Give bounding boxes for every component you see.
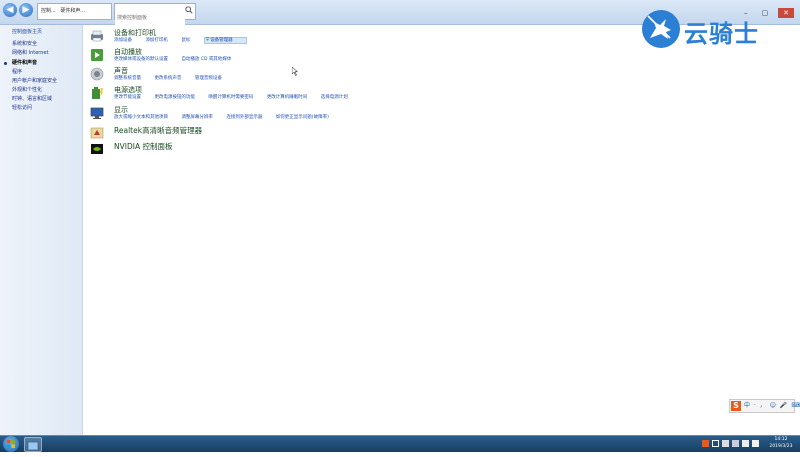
mouse-cursor-icon: [292, 67, 298, 76]
link-manage-audio-devices[interactable]: 管理音频设备: [195, 76, 222, 81]
link-screen-resolution[interactable]: 调整屏幕分辨率: [181, 115, 213, 120]
category-links: 更改媒体或设备的默认设置 自动播放 CD 或其他媒体: [114, 56, 243, 62]
current-item-bullet-icon: [4, 62, 7, 65]
sogou-logo-icon[interactable]: S: [731, 401, 741, 411]
search-input[interactable]: [115, 11, 185, 25]
breadcrumb[interactable]: 控制... 硬件和声...: [37, 3, 112, 20]
category-nvidia: NVIDIA 控制面板: [90, 141, 690, 159]
sidebar-home-link[interactable]: 控制面板主页: [12, 28, 42, 35]
link-text-size[interactable]: 放大或缩小文本和其他项目: [114, 115, 168, 120]
search-icon[interactable]: [185, 6, 193, 14]
category-links: 放大或缩小文本和其他项目 调整屏幕分辨率 连接到外部显示器 如何更正显示问题(故…: [114, 114, 341, 120]
link-autoplay-cd[interactable]: 自动播放 CD 或其他媒体: [181, 57, 231, 62]
link-change-defaults[interactable]: 更改媒体或设备的默认设置: [114, 57, 168, 62]
device-manager-label: 设备管理器: [210, 38, 233, 43]
main-content: 设备和打印机 添加设备 添加打印机 鼠标 ⛨设备管理器 自动播放 更改媒体或设备…: [84, 25, 800, 435]
nvidia-icon[interactable]: [90, 142, 104, 156]
shield-icon: ⛨: [205, 38, 210, 43]
power-battery-icon[interactable]: [90, 86, 104, 100]
monitor-icon[interactable]: [90, 106, 104, 120]
link-wake-password[interactable]: 唤醒计算机时需要密码: [208, 95, 253, 100]
forward-button[interactable]: ▶: [19, 3, 33, 17]
ime-microphone-icon[interactable]: 🎤: [780, 402, 787, 409]
sidebar-item-network[interactable]: 网络和 Internet: [12, 49, 48, 56]
category-autoplay: 自动播放 更改媒体或设备的默认设置 自动播放 CD 或其他媒体: [90, 47, 690, 65]
link-add-printer[interactable]: 添加打印机: [145, 38, 168, 43]
link-power-plan[interactable]: 选择电源计划: [321, 95, 348, 100]
left-navigation-pane: 控制面板主页 系统和安全 网络和 Internet 硬件和声音 程序 用户帐户和…: [0, 25, 83, 435]
category-links: 添加设备 添加打印机 鼠标 ⛨设备管理器: [114, 37, 259, 44]
link-change-sounds[interactable]: 更改系统声音: [154, 76, 181, 81]
ime-toolbar: S 中 · ， ☺ 🎤 ⌨ 👕 ▦: [729, 399, 800, 413]
link-external-display[interactable]: 连接到外部显示器: [226, 115, 262, 120]
link-power-saving[interactable]: 更改节能设置: [114, 95, 141, 100]
ime-items: 中 · ， ☺ 🎤 ⌨ 👕 ▦: [744, 400, 800, 412]
category-display: 显示 放大或缩小文本和其他项目 调整屏幕分辨率 连接到外部显示器 如何更正显示问…: [90, 105, 690, 123]
breadcrumb-item[interactable]: 控制...: [41, 8, 56, 14]
category-title[interactable]: Realtek高清晰音频管理器: [114, 125, 202, 136]
taskbar: 14:12 2019/3/23: [0, 435, 800, 452]
link-add-device[interactable]: 添加设备: [114, 38, 132, 43]
link-device-manager[interactable]: ⛨设备管理器: [203, 37, 247, 44]
clock-date: 2019/3/23: [769, 444, 793, 449]
link-display-problems[interactable]: 如何更正显示问题(故障率): [276, 115, 329, 120]
sogou-tray-icon[interactable]: [702, 440, 709, 447]
system-tray: [702, 438, 762, 450]
category-links: 更改节能设置 更改电源按钮的功能 唤醒计算机时需要密码 更改计算机睡眠时间 选择…: [114, 94, 360, 100]
sidebar-item-user-accounts[interactable]: 用户帐户和家庭安全: [12, 77, 57, 84]
knight-logo-icon: [642, 10, 680, 48]
back-button[interactable]: ◀: [3, 3, 17, 17]
sidebar-item-system-security[interactable]: 系统和安全: [12, 40, 37, 47]
control-panel-icon: [27, 441, 39, 451]
ime-mode-chinese[interactable]: 中: [744, 402, 750, 409]
watermark-text: 云骑士: [684, 20, 759, 48]
start-button[interactable]: [3, 436, 19, 452]
power-tray-icon[interactable]: [752, 440, 759, 447]
link-adjust-volume[interactable]: 调整系统音量: [114, 76, 141, 81]
category-title[interactable]: NVIDIA 控制面板: [114, 141, 172, 152]
breadcrumb-item[interactable]: 硬件和声...: [60, 8, 85, 14]
sidebar-item-ease-of-access[interactable]: 轻松访问: [12, 104, 32, 111]
autoplay-icon[interactable]: [90, 48, 104, 62]
sidebar-item-programs[interactable]: 程序: [12, 68, 22, 75]
link-sleep-time[interactable]: 更改计算机睡眠时间: [267, 95, 308, 100]
search-box[interactable]: [114, 3, 196, 25]
sidebar-item-appearance[interactable]: 外观和个性化: [12, 86, 42, 93]
ime-punctuation-icon[interactable]: ·: [754, 402, 756, 409]
volume-icon[interactable]: [742, 440, 749, 447]
ime-comma-icon[interactable]: ，: [760, 402, 766, 409]
taskbar-control-panel-button[interactable]: [24, 437, 42, 452]
link-power-button[interactable]: 更改电源按钮的功能: [154, 95, 195, 100]
realtek-audio-icon[interactable]: [90, 126, 104, 140]
link-mouse[interactable]: 鼠标: [181, 38, 190, 43]
taskbar-clock[interactable]: 14:12 2019/3/23: [764, 436, 798, 452]
ime-emoji-icon[interactable]: ☺: [770, 402, 776, 409]
category-devices-printers: 设备和打印机 添加设备 添加打印机 鼠标 ⛨设备管理器: [90, 28, 690, 46]
sidebar-item-clock-region[interactable]: 时钟、语言和区域: [12, 95, 52, 102]
category-power-options: 电源选项 更改节能设置 更改电源按钮的功能 唤醒计算机时需要密码 更改计算机睡眠…: [90, 85, 690, 103]
windows-logo-icon: [7, 440, 15, 448]
network-icon[interactable]: [732, 440, 739, 447]
ime-keyboard-icon[interactable]: ⌨: [791, 402, 800, 409]
clock-time: 14:12: [774, 437, 788, 442]
watermark-logo: 云骑士: [640, 8, 785, 50]
sidebar-item-hardware-sound[interactable]: 硬件和声音: [12, 59, 37, 66]
speaker-icon[interactable]: [90, 67, 104, 81]
category-links: 调整系统音量 更改系统声音 管理音频设备: [114, 75, 234, 81]
category-sound: 声音 调整系统音量 更改系统声音 管理音频设备: [90, 66, 690, 84]
action-center-flag-icon[interactable]: [722, 440, 729, 447]
show-hidden-icons-icon[interactable]: [712, 440, 719, 447]
printer-icon[interactable]: [90, 29, 104, 43]
